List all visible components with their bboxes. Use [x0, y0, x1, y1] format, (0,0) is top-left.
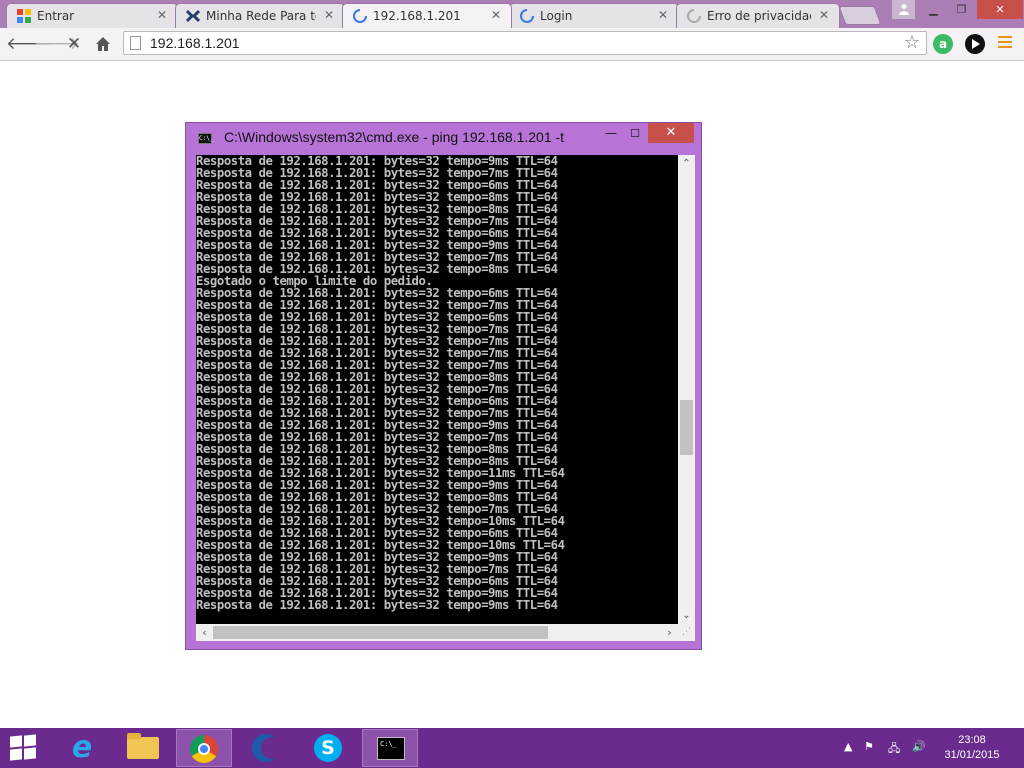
- url-text[interactable]: 192.168.1.201: [150, 35, 240, 51]
- clock-date: 31/01/2015: [944, 749, 1000, 761]
- flag-icon[interactable]: ⚑: [864, 740, 874, 753]
- taskbar-internet-explorer[interactable]: e: [52, 729, 108, 767]
- tab-close-icon[interactable]: ✕: [157, 8, 167, 22]
- taskbar-file-explorer[interactable]: [114, 729, 170, 767]
- google-apps-icon: [17, 9, 31, 23]
- volume-icon[interactable]: 🔊: [912, 740, 926, 753]
- stop-icon: ✕: [66, 34, 82, 54]
- loading-icon: [353, 9, 367, 23]
- restore-icon: ❐: [956, 3, 967, 16]
- show-hidden-icons-icon[interactable]: ▲: [844, 740, 852, 753]
- taskbar-chrome[interactable]: [176, 729, 232, 767]
- close-icon: ✕: [995, 3, 1005, 16]
- extension-play-icon[interactable]: [965, 34, 985, 54]
- scroll-down-icon[interactable]: ⌄: [678, 607, 695, 624]
- minimize-button[interactable]: ▁: [920, 0, 947, 19]
- address-bar[interactable]: 192.168.1.201 ☆: [123, 31, 927, 55]
- browser-toolbar: 🡐 🡒 ✕ 192.168.1.201 ☆: [0, 28, 1024, 61]
- loading-icon: [687, 9, 701, 23]
- cmd-close-button[interactable]: ✕: [648, 123, 694, 143]
- tab-title: Minha Rede Para tod: [206, 9, 316, 23]
- taskbar-command-prompt[interactable]: C:\_: [362, 729, 418, 767]
- cmd-app-icon: C:\_: [198, 133, 214, 144]
- console-output[interactable]: Resposta de 192.168.1.201: bytes=32 temp…: [196, 155, 678, 624]
- cmd-minimize-button[interactable]: —: [598, 123, 624, 143]
- cmd-maximize-button[interactable]: ☐: [622, 125, 648, 143]
- vertical-scrollbar[interactable]: ⌃ ⌄: [678, 155, 695, 624]
- extension-a-icon[interactable]: a: [933, 34, 953, 54]
- windows-logo-icon: [10, 735, 22, 748]
- forward-button[interactable]: 🡒: [34, 33, 80, 55]
- taskbar-skype[interactable]: S: [300, 729, 356, 767]
- moon-icon: [252, 734, 283, 762]
- tab-title: Erro de privacidade: [707, 9, 811, 23]
- bookmark-star-icon[interactable]: ☆: [904, 32, 920, 53]
- close-window-button[interactable]: ✕: [977, 0, 1023, 19]
- home-icon: [96, 37, 110, 51]
- internet-explorer-icon: e: [71, 730, 93, 765]
- scroll-thumb[interactable]: [213, 626, 548, 639]
- system-clock[interactable]: 23:08 31/01/2015: [932, 733, 1012, 763]
- restore-button[interactable]: ❐: [948, 0, 975, 19]
- tab-close-icon[interactable]: ✕: [658, 8, 668, 22]
- chrome-icon: [190, 735, 218, 763]
- console-text: Resposta de 192.168.1.201: bytes=32 temp…: [196, 155, 565, 611]
- tab-close-icon[interactable]: ✕: [324, 8, 334, 22]
- tab-close-icon[interactable]: ✕: [491, 8, 501, 22]
- windows-logo-icon: [24, 734, 36, 747]
- scroll-up-icon[interactable]: ⌃: [678, 155, 695, 172]
- skype-icon: S: [314, 734, 342, 762]
- taskbar-moon-app[interactable]: [238, 729, 294, 767]
- command-prompt-icon: C:\_: [377, 737, 405, 760]
- new-tab-button[interactable]: [838, 6, 882, 25]
- folder-icon: [127, 733, 159, 759]
- minimize-icon: ▁: [929, 3, 938, 16]
- tab-title: 192.168.1.201: [373, 9, 461, 23]
- scroll-left-icon[interactable]: ‹: [196, 624, 213, 641]
- horizontal-scrollbar[interactable]: ‹ ›: [196, 624, 678, 641]
- back-button[interactable]: 🡐: [6, 33, 52, 55]
- close-icon: ✕: [665, 125, 677, 140]
- start-button[interactable]: [10, 734, 38, 761]
- tab-minha-rede[interactable]: Minha Rede Para tod ✕: [175, 3, 345, 28]
- scroll-thumb[interactable]: [680, 400, 693, 455]
- minimize-icon: —: [605, 126, 617, 140]
- windows-logo-icon: [10, 748, 22, 761]
- console-line: Resposta de 192.168.1.201: bytes=32 temp…: [196, 598, 558, 612]
- tab-title: Login: [540, 9, 573, 23]
- maximize-icon: ☐: [630, 127, 640, 140]
- windows-logo-icon: [24, 747, 36, 760]
- taskbar: e S C:\_ ▲ ⚑ 🖧 🔊 23:08 31/01/2015: [0, 728, 1024, 768]
- stop-button[interactable]: ✕: [63, 33, 85, 55]
- clock-time: 23:08: [958, 734, 986, 746]
- person-icon: [898, 4, 909, 15]
- chrome-menu-icon[interactable]: [998, 36, 1012, 51]
- tab-erro-de-privacidade[interactable]: Erro de privacidade ✕: [676, 3, 840, 28]
- tab-title: Entrar: [37, 9, 75, 23]
- tab-192-168-1-201[interactable]: 192.168.1.201 ✕: [342, 3, 512, 28]
- network-status-icon[interactable]: 🖧: [888, 740, 900, 759]
- tab-close-icon[interactable]: ✕: [819, 8, 829, 22]
- cmd-window[interactable]: C:\_ C:\Windows\system32\cmd.exe - ping …: [185, 122, 702, 650]
- tab-login[interactable]: Login ✕: [509, 3, 679, 28]
- loading-icon: [520, 9, 534, 23]
- tab-entrar[interactable]: Entrar ✕: [6, 3, 178, 28]
- page-icon: [130, 36, 141, 50]
- cmd-title: C:\Windows\system32\cmd.exe - ping 192.1…: [224, 129, 565, 145]
- home-button[interactable]: [92, 33, 114, 55]
- resize-grip-icon[interactable]: ⋰: [678, 624, 695, 641]
- tab-strip: Entrar ✕ Minha Rede Para tod ✕ 192.168.1…: [0, 0, 1024, 28]
- scroll-right-icon[interactable]: ›: [661, 624, 678, 641]
- network-icon: [186, 9, 200, 23]
- profile-button[interactable]: [892, 0, 915, 19]
